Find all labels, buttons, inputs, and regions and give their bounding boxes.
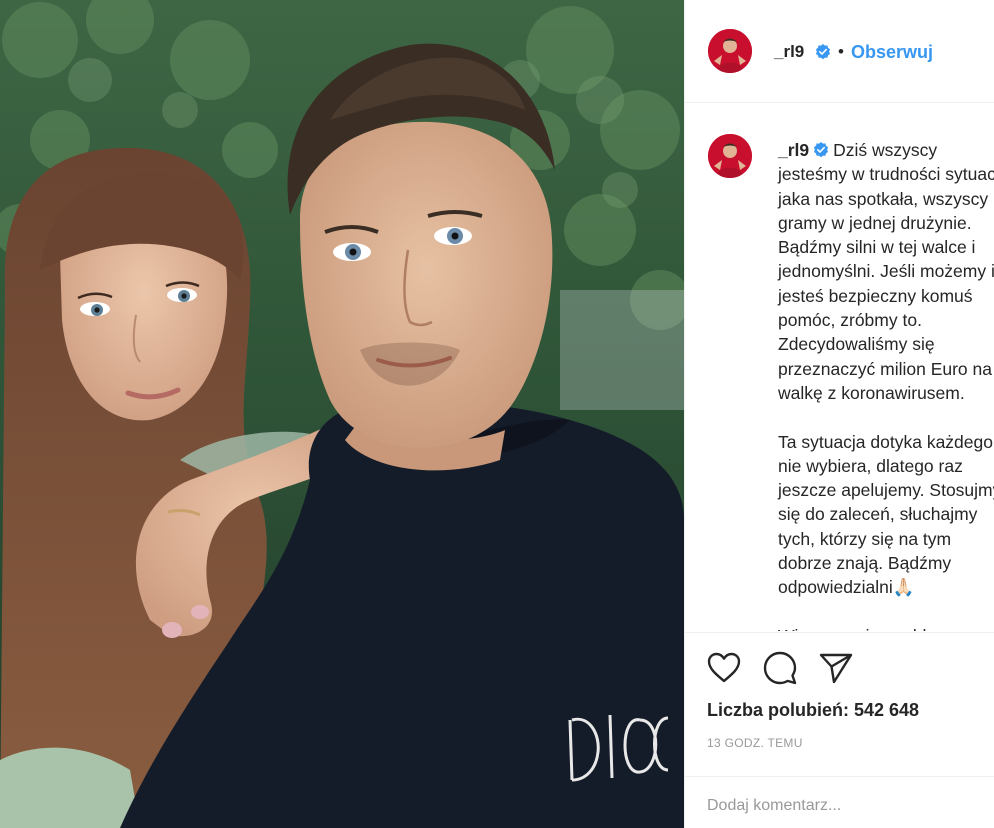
author-username[interactable]: _rl9 xyxy=(774,42,804,62)
post-sidebar: _rl9 • Obserwuj _rl9 Dziś wszyscy jesteśm… xyxy=(684,0,994,828)
comment-input[interactable] xyxy=(707,797,967,815)
caption-body: Dziś wszyscy jesteśmy w trudności sytuac… xyxy=(778,140,994,631)
caption-text: _rl9 Dziś wszyscy jesteśmy w trudności sy… xyxy=(778,138,994,631)
selfie-image xyxy=(0,0,684,828)
post-actions: Liczba polubień: 542 648 13 GODZ. TEMU xyxy=(685,632,994,828)
caption-verified-badge-icon xyxy=(814,142,829,158)
heart-icon[interactable] xyxy=(707,652,741,684)
post-timestamp[interactable]: 13 GODZ. TEMU xyxy=(707,736,803,750)
verified-badge-icon xyxy=(816,44,830,60)
post-header: _rl9 • Obserwuj xyxy=(685,0,994,103)
post-photo[interactable] xyxy=(0,0,684,828)
author-avatar[interactable] xyxy=(708,29,752,73)
caption-avatar[interactable] xyxy=(708,134,752,178)
header-separator: • xyxy=(838,42,844,61)
paper-plane-icon[interactable] xyxy=(819,652,853,684)
comment-icon[interactable] xyxy=(763,651,797,685)
likes-count[interactable]: Liczba polubień: 542 648 xyxy=(707,700,919,721)
caption-section: _rl9 Dziś wszyscy jesteśmy w trudności sy… xyxy=(685,103,994,631)
follow-button[interactable]: Obserwuj xyxy=(851,42,933,63)
comment-form xyxy=(685,776,994,828)
caption-username[interactable]: _rl9 xyxy=(778,140,809,160)
